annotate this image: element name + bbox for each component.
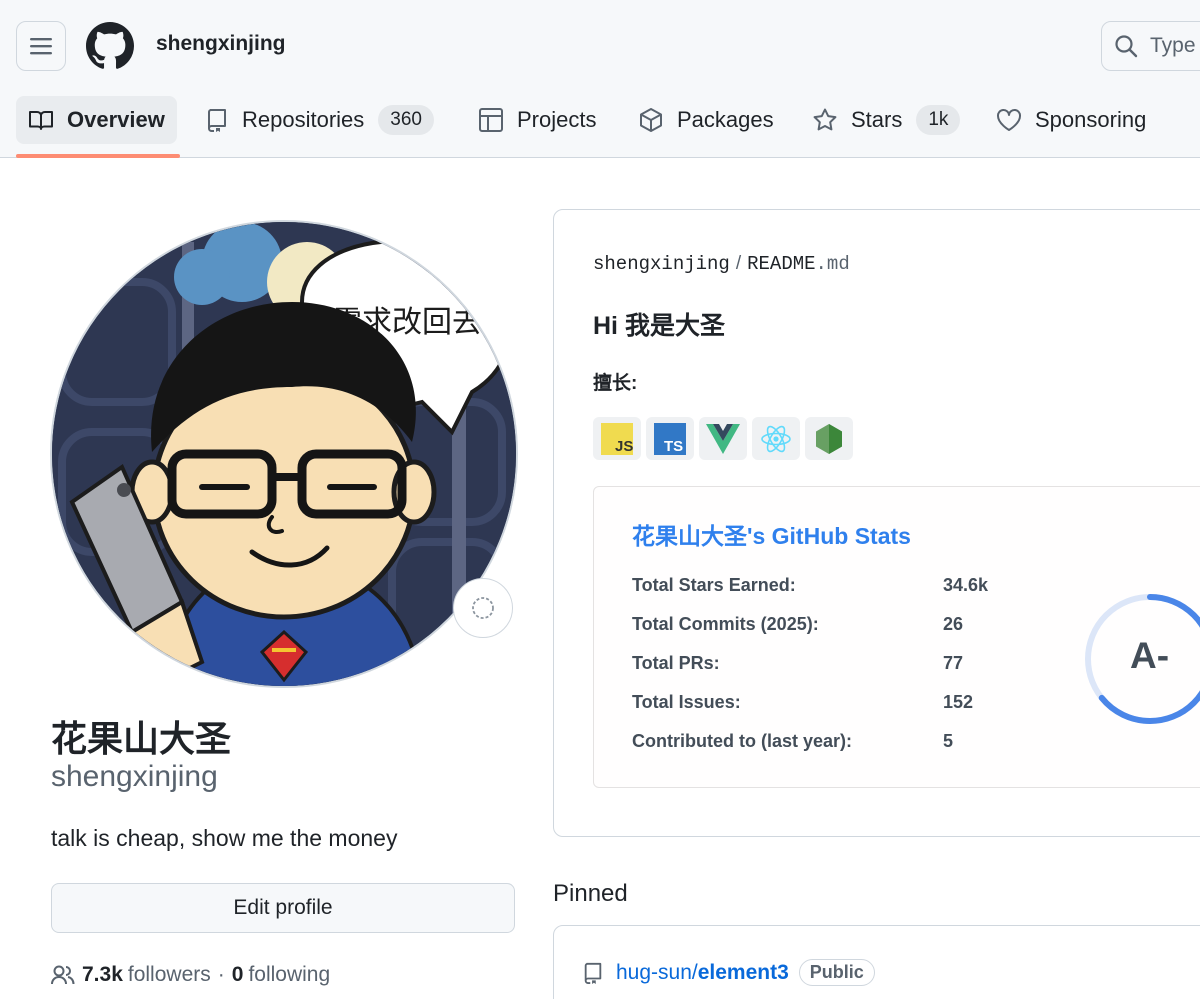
- profile-login-name: shengxinjing: [51, 760, 218, 793]
- tab-projects-label: Projects: [517, 107, 597, 132]
- pinned-repo-name: element3: [697, 960, 789, 984]
- tab-projects[interactable]: Projects: [466, 96, 608, 144]
- header-username-link[interactable]: shengxinjing: [156, 32, 286, 56]
- stat-label: Contributed to (last year):: [632, 731, 853, 751]
- stat-label: Total Stars Earned:: [632, 575, 796, 595]
- stars-count-badge: 1k: [916, 105, 961, 135]
- tab-repositories-label: Repositories: [242, 107, 365, 132]
- following-count: 0: [231, 963, 244, 986]
- set-status-button[interactable]: [453, 578, 513, 638]
- stat-value: 5: [943, 731, 954, 751]
- readme-path-slash: /: [735, 253, 742, 274]
- javascript-logo-text: JS: [615, 438, 633, 455]
- tab-packages-label: Packages: [677, 107, 774, 132]
- readme-owner: shengxinjing: [593, 253, 730, 275]
- package-icon: [640, 108, 662, 132]
- active-tab-indicator: [16, 154, 180, 158]
- skill-badges: JS TS: [593, 417, 853, 460]
- book-icon: [29, 111, 53, 130]
- pinned-repo-card: hug-sun/element3 Public ⋮: [553, 925, 1200, 999]
- profile-readme-card: shengxinjing / README.md Hi 我是大圣 擅长: JS TS…: [553, 209, 1200, 837]
- readme-ext: .md: [815, 253, 850, 275]
- followers-count: 7.3k: [82, 963, 123, 986]
- tab-repositories[interactable]: Repositories 360: [193, 96, 446, 144]
- rank-grade: A-: [1130, 635, 1170, 676]
- followers-link[interactable]: 7.3k followers: [82, 963, 211, 987]
- edit-profile-button[interactable]: Edit profile: [51, 883, 515, 933]
- search-placeholder: Type: [1150, 34, 1196, 57]
- tab-packages[interactable]: Packages: [626, 96, 786, 144]
- profile-avatar[interactable]: 需求改回去: [50, 220, 518, 688]
- heart-icon: [997, 109, 1021, 131]
- stat-value: 26: [943, 614, 964, 634]
- stat-label: Total Commits (2025):: [632, 614, 819, 634]
- vue-logo-icon[interactable]: [699, 417, 747, 460]
- stats-title: 花果山大圣's GitHub Stats: [632, 523, 911, 549]
- following-link[interactable]: 0 following: [232, 963, 330, 987]
- tab-stars[interactable]: Stars 1k: [800, 96, 972, 144]
- repo-icon: [208, 109, 226, 132]
- stat-label: Total Issues:: [632, 692, 741, 712]
- profile-bio: talk is cheap, show me the money: [51, 825, 398, 851]
- search-input[interactable]: Type: [1101, 21, 1200, 71]
- hamburger-icon: [30, 38, 52, 55]
- following-label: following: [248, 963, 331, 986]
- hamburger-menu-button[interactable]: [16, 21, 66, 71]
- smiley-icon: [472, 597, 494, 619]
- pinned-repo-link[interactable]: hug-sun/element3: [616, 961, 789, 985]
- readme-file: README: [747, 253, 816, 275]
- avatar-illustration: 需求改回去: [52, 222, 516, 686]
- pinned-repo-owner: hug-sun/: [616, 960, 698, 984]
- search-icon: [1115, 35, 1138, 58]
- people-icon: [51, 965, 75, 985]
- tab-overview-label: Overview: [67, 107, 165, 132]
- stat-value: 152: [943, 692, 974, 712]
- profile-tabs: Overview Repositories 360 Projects Packa…: [0, 96, 1200, 158]
- stat-value: 34.6k: [943, 575, 989, 595]
- follow-separator: ·: [217, 963, 225, 986]
- readme-path[interactable]: shengxinjing / README.md: [593, 253, 850, 275]
- nodejs-logo-icon[interactable]: [805, 417, 853, 460]
- tab-stars-label: Stars: [851, 107, 903, 132]
- stat-value: 77: [943, 653, 964, 673]
- followers-label: followers: [127, 963, 211, 986]
- pinned-repo-title: hug-sun/element3 Public: [582, 959, 875, 986]
- follow-stats: 7.3k followers · 0 following: [51, 963, 330, 987]
- javascript-logo-icon[interactable]: JS: [593, 417, 641, 460]
- react-logo-icon[interactable]: [752, 417, 800, 460]
- table-icon: [479, 108, 503, 132]
- global-header: shengxinjing Type Overview Repositories …: [0, 0, 1200, 158]
- profile-display-name: 花果山大圣: [51, 718, 232, 759]
- pinned-heading: Pinned: [553, 880, 628, 907]
- readme-skills-label: 擅长:: [593, 373, 638, 394]
- github-logo-icon[interactable]: [86, 22, 134, 70]
- typescript-logo-text: TS: [664, 438, 683, 455]
- tab-overview[interactable]: Overview: [16, 96, 177, 144]
- stat-label: Total PRs:: [632, 653, 720, 673]
- github-stats-card: 花果山大圣's GitHub Stats Total Stars Earned:…: [593, 486, 1200, 788]
- star-icon: [813, 108, 837, 131]
- tab-sponsoring[interactable]: Sponsoring: [984, 96, 1158, 144]
- visibility-badge: Public: [798, 959, 875, 986]
- typescript-logo-icon[interactable]: TS: [646, 417, 694, 460]
- repositories-count-badge: 360: [378, 105, 434, 135]
- tab-sponsoring-label: Sponsoring: [1035, 107, 1147, 132]
- readme-heading: Hi 我是大圣: [593, 312, 725, 340]
- repo-icon: [584, 962, 602, 984]
